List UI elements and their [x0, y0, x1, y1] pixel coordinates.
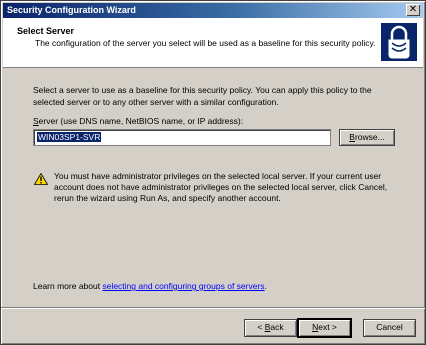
browse-label-rest: rowse...	[354, 132, 385, 142]
next-button[interactable]: Next >	[297, 318, 352, 338]
learn-more-line: Learn more about selecting and configuri…	[33, 281, 267, 291]
learn-more-link[interactable]: selecting and configuring groups of serv…	[102, 281, 264, 291]
cancel-button[interactable]: Cancel	[363, 319, 416, 337]
page-description: The configuration of the server you sele…	[35, 38, 376, 48]
window-title: Security Configuration Wizard	[7, 5, 136, 15]
footer-divider	[1, 307, 425, 309]
learn-more-suffix: .	[264, 281, 267, 291]
warning-message: You must have administrator privileges o…	[54, 171, 388, 203]
close-button[interactable]: ✕	[406, 4, 420, 16]
page-title: Select Server	[17, 26, 75, 36]
intro-text: Select a server to use as a baseline for…	[33, 85, 372, 107]
server-field-label: Server (use DNS name, NetBIOS name, or I…	[33, 116, 244, 126]
padlock-icon	[381, 23, 417, 61]
server-input-value: WIN03SP1-SVR	[37, 132, 102, 142]
wizard-window: Security Configuration Wizard ✕ Select S…	[0, 0, 426, 345]
learn-more-prefix: Learn more about	[33, 281, 103, 291]
wizard-header: Select Server The configuration of the s…	[3, 18, 423, 68]
server-input[interactable]: WIN03SP1-SVR	[33, 129, 331, 146]
server-label-text: erver (use DNS name, NetBIOS name, or IP…	[38, 116, 244, 126]
title-bar[interactable]: Security Configuration Wizard ✕	[3, 3, 423, 18]
warning-icon	[33, 172, 49, 185]
back-button[interactable]: < Back	[244, 319, 297, 337]
browse-button[interactable]: Browse...	[339, 129, 395, 146]
